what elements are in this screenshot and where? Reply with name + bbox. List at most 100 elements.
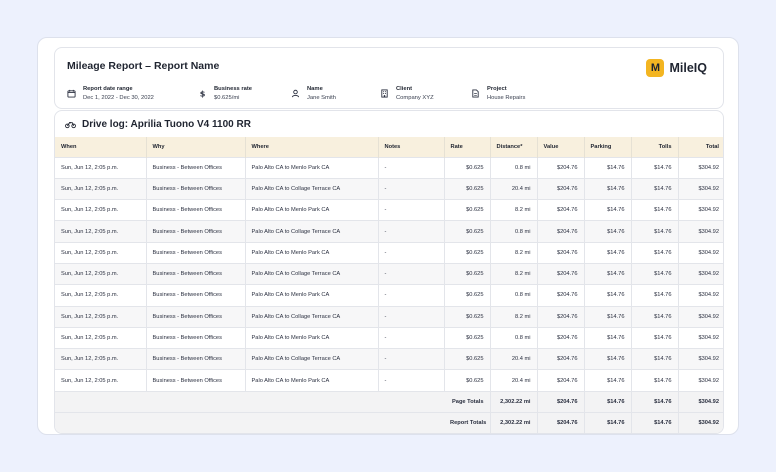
cell-rate: $0.625 bbox=[444, 262, 491, 285]
table-row[interactable]: Sun, Jun 12, 2:05 p.m. Business - Between… bbox=[55, 241, 723, 264]
meta-value: Jane Smith bbox=[307, 95, 336, 101]
column-header-distance[interactable]: Distance* bbox=[490, 137, 538, 157]
cell-rate: $0.625 bbox=[444, 348, 491, 370]
total-distance: 2,302.22 mi bbox=[490, 412, 538, 433]
column-header-notes[interactable]: Notes bbox=[378, 137, 445, 157]
cell-why: Business - Between Offices bbox=[146, 284, 246, 307]
cell-rate: $0.625 bbox=[444, 177, 491, 200]
cell-distance: 0.8 mi bbox=[490, 284, 538, 307]
cell-why: Business - Between Offices bbox=[146, 199, 246, 221]
column-header-total[interactable]: Total bbox=[678, 137, 723, 157]
cell-when: Sun, Jun 12, 2:05 p.m. bbox=[55, 241, 147, 264]
cell-notes: - bbox=[378, 369, 445, 392]
cell-when: Sun, Jun 12, 2:05 p.m. bbox=[55, 369, 147, 392]
cell-when: Sun, Jun 12, 2:05 p.m. bbox=[55, 284, 147, 307]
totals-label: Page Totals bbox=[444, 390, 491, 413]
cell-parking: $14.76 bbox=[584, 305, 632, 328]
report-title: Mileage Report – Report Name bbox=[67, 60, 220, 72]
cell-value: $204.76 bbox=[537, 262, 585, 285]
table-row[interactable]: Sun, Jun 12, 2:05 p.m. Business - Between… bbox=[55, 262, 723, 285]
cell-total: $304.92 bbox=[678, 262, 723, 285]
cell-tolls: $14.76 bbox=[631, 220, 679, 243]
cell-parking: $14.76 bbox=[584, 348, 632, 370]
cell-tolls: $14.76 bbox=[631, 348, 679, 370]
total-tolls: $14.76 bbox=[631, 390, 679, 413]
cell-distance: 0.8 mi bbox=[490, 220, 538, 243]
cell-value: $204.76 bbox=[537, 284, 585, 307]
report-header-card: Mileage Report – Report Name M MileIQ Re… bbox=[54, 47, 724, 109]
cell-when: Sun, Jun 12, 2:05 p.m. bbox=[55, 262, 147, 285]
totals-label: Report Totals bbox=[444, 412, 491, 433]
meta-label: Business rate bbox=[214, 86, 253, 92]
cell-where: Palo Alto CA to Menlo Park CA bbox=[245, 199, 379, 221]
cell-total: $304.92 bbox=[678, 369, 723, 392]
cell-parking: $14.76 bbox=[584, 156, 632, 179]
total-distance: 2,302.22 mi bbox=[490, 390, 538, 413]
cell-notes: - bbox=[378, 305, 445, 328]
cell-when: Sun, Jun 12, 2:05 p.m. bbox=[55, 305, 147, 328]
cell-total: $304.92 bbox=[678, 199, 723, 221]
cell-why: Business - Between Offices bbox=[146, 156, 246, 179]
cell-total: $304.92 bbox=[678, 156, 723, 179]
cell-parking: $14.76 bbox=[584, 199, 632, 221]
cell-when: Sun, Jun 12, 2:05 p.m. bbox=[55, 177, 147, 200]
table-row[interactable]: Sun, Jun 12, 2:05 p.m. Business - Between… bbox=[55, 220, 723, 243]
cell-distance: 20.4 mi bbox=[490, 369, 538, 392]
cell-notes: - bbox=[378, 241, 445, 264]
total-amount: $304.92 bbox=[678, 412, 723, 433]
column-header-when[interactable]: When bbox=[55, 137, 147, 157]
column-header-rate[interactable]: Rate bbox=[444, 137, 491, 157]
calendar-icon bbox=[67, 89, 76, 98]
cell-distance: 0.8 mi bbox=[490, 156, 538, 179]
column-header-why[interactable]: Why bbox=[146, 137, 246, 157]
cell-value: $204.76 bbox=[537, 220, 585, 243]
cell-tolls: $14.76 bbox=[631, 326, 679, 349]
cell-value: $204.76 bbox=[537, 348, 585, 370]
cell-when: Sun, Jun 12, 2:05 p.m. bbox=[55, 326, 147, 349]
meta-value: Company XYZ bbox=[396, 95, 434, 101]
cell-when: Sun, Jun 12, 2:05 p.m. bbox=[55, 348, 147, 370]
cell-notes: - bbox=[378, 220, 445, 243]
cell-where: Palo Alto CA to Menlo Park CA bbox=[245, 369, 379, 392]
cell-rate: $0.625 bbox=[444, 326, 491, 349]
cell-total: $304.92 bbox=[678, 284, 723, 307]
cell-when: Sun, Jun 12, 2:05 p.m. bbox=[55, 199, 147, 221]
cell-total: $304.92 bbox=[678, 348, 723, 370]
mileiq-logo-text: MileIQ bbox=[669, 61, 707, 75]
table-row[interactable]: Sun, Jun 12, 2:05 p.m. Business - Between… bbox=[55, 156, 723, 179]
cell-notes: - bbox=[378, 199, 445, 221]
cell-total: $304.92 bbox=[678, 177, 723, 200]
table-row[interactable]: Sun, Jun 12, 2:05 p.m. Business - Between… bbox=[55, 326, 723, 349]
table-row[interactable]: Sun, Jun 12, 2:05 p.m. Business - Between… bbox=[55, 199, 723, 221]
cell-rate: $0.625 bbox=[444, 241, 491, 264]
cell-total: $304.92 bbox=[678, 326, 723, 349]
svg-text:$: $ bbox=[200, 89, 206, 98]
cell-distance: 8.2 mi bbox=[490, 262, 538, 285]
cell-rate: $0.625 bbox=[444, 156, 491, 179]
mileiq-logo: M MileIQ bbox=[646, 59, 707, 77]
table-row[interactable]: Sun, Jun 12, 2:05 p.m. Business - Between… bbox=[55, 348, 723, 370]
column-header-parking[interactable]: Parking bbox=[584, 137, 632, 157]
column-header-where[interactable]: Where bbox=[245, 137, 379, 157]
table-row[interactable]: Sun, Jun 12, 2:05 p.m. Business - Between… bbox=[55, 305, 723, 328]
cell-notes: - bbox=[378, 262, 445, 285]
cell-tolls: $14.76 bbox=[631, 305, 679, 328]
table-row[interactable]: Sun, Jun 12, 2:05 p.m. Business - Between… bbox=[55, 177, 723, 200]
cell-parking: $14.76 bbox=[584, 326, 632, 349]
table-row[interactable]: Sun, Jun 12, 2:05 p.m. Business - Between… bbox=[55, 369, 723, 392]
cell-distance: 20.4 mi bbox=[490, 348, 538, 370]
table-row[interactable]: Sun, Jun 12, 2:05 p.m. Business - Between… bbox=[55, 284, 723, 307]
cell-total: $304.92 bbox=[678, 220, 723, 243]
mileage-report-page: Mileage Report – Report Name M MileIQ Re… bbox=[37, 37, 739, 435]
dollar-icon: $ bbox=[200, 89, 206, 98]
column-header-value[interactable]: Value bbox=[537, 137, 585, 157]
page-totals-row: Page Totals 2,302.22 mi $204.76 $14.76 $14.7… bbox=[55, 390, 723, 413]
cell-where: Palo Alto CA to Collage Terrace CA bbox=[245, 305, 379, 328]
cell-value: $204.76 bbox=[537, 241, 585, 264]
table-header-row: When Why Where Notes Rate Distance* Valu… bbox=[55, 137, 723, 157]
cell-tolls: $14.76 bbox=[631, 284, 679, 307]
cell-where: Palo Alto CA to Menlo Park CA bbox=[245, 284, 379, 307]
cell-parking: $14.76 bbox=[584, 262, 632, 285]
report-totals-row: Report Totals 2,302.22 mi $204.76 $14.76 $14… bbox=[55, 412, 723, 433]
column-header-tolls[interactable]: Tolls bbox=[631, 137, 679, 157]
